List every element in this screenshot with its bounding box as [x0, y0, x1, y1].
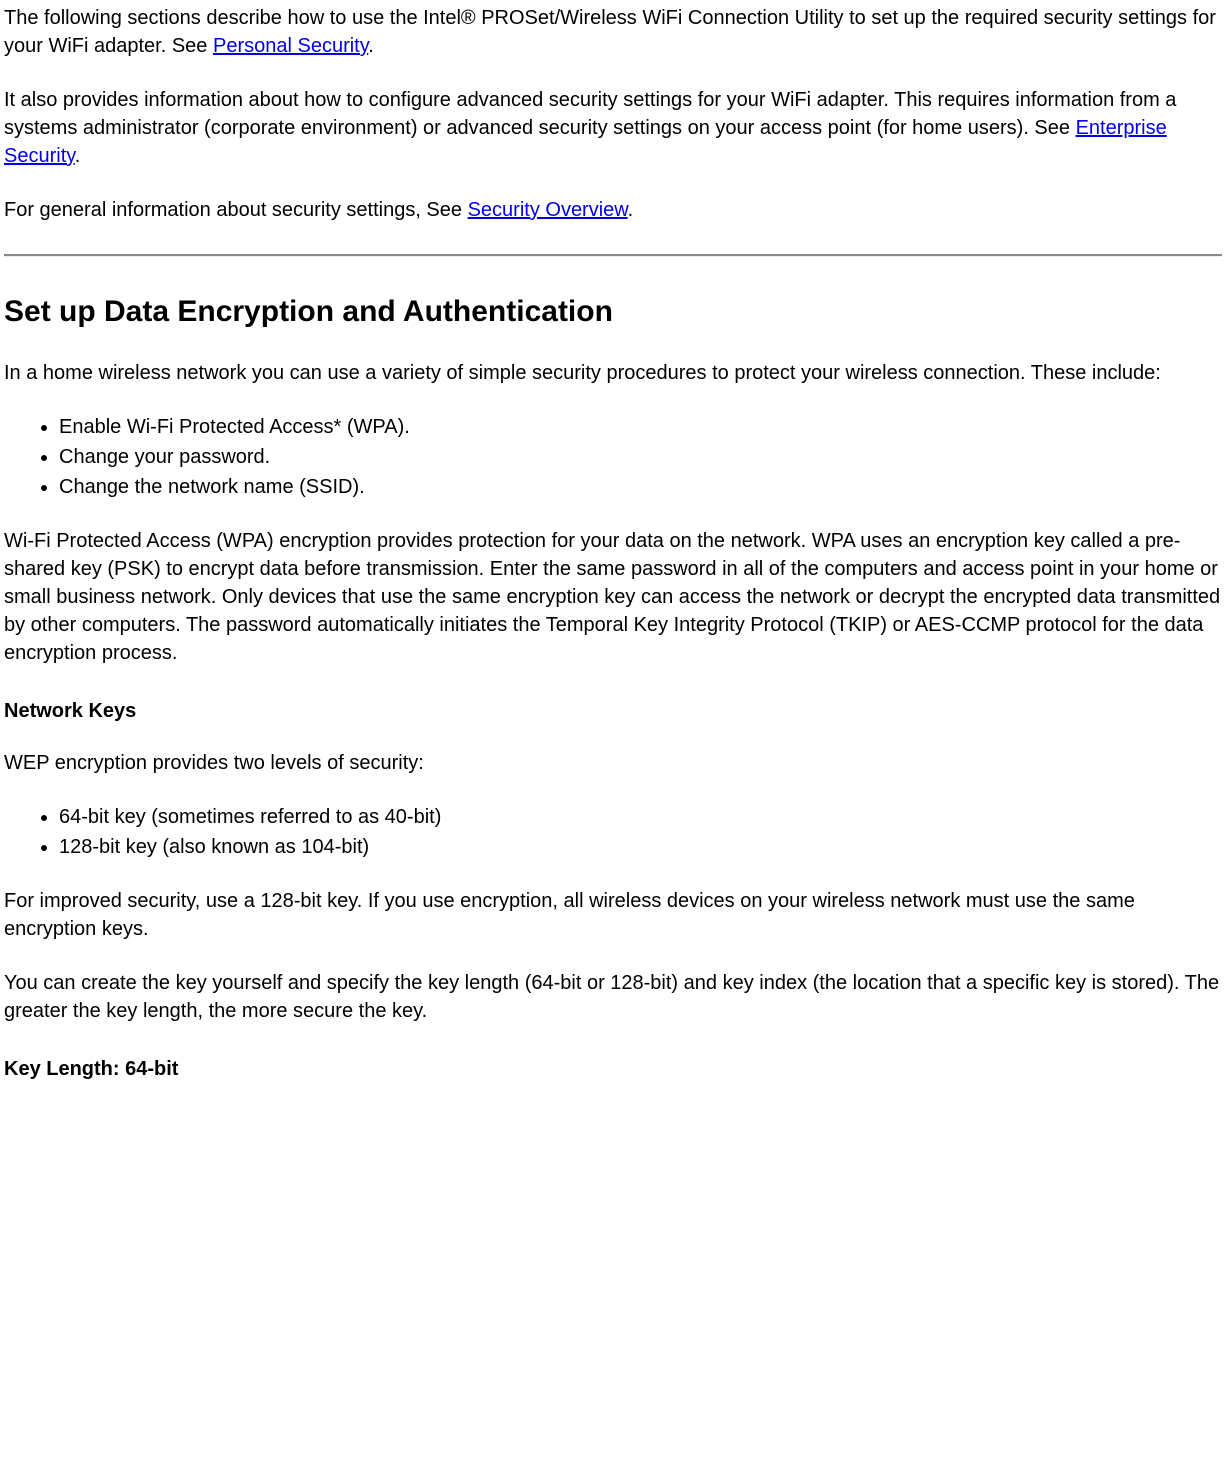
wpa-paragraph: Wi-Fi Protected Access (WPA) encryption … — [4, 527, 1222, 667]
intro-paragraph-1: The following sections describe how to u… — [4, 4, 1222, 60]
intro-p1-text-a: The following sections describe how to u… — [4, 7, 1216, 57]
list-item: Enable Wi-Fi Protected Access* (WPA). — [59, 413, 1222, 441]
list-item: Change your password. — [59, 443, 1222, 471]
intro-paragraph-2: It also provides information about how t… — [4, 86, 1222, 170]
intro-paragraph-3: For general information about security s… — [4, 196, 1222, 224]
network-keys-heading: Network Keys — [4, 697, 1222, 725]
list-item: 128-bit key (also known as 104-bit) — [59, 833, 1222, 861]
intro-p3-text-a: For general information about security s… — [4, 199, 468, 221]
personal-security-link[interactable]: Personal Security — [213, 35, 368, 57]
section-heading: Set up Data Encryption and Authenticatio… — [4, 291, 1222, 333]
section-divider — [4, 254, 1222, 257]
list-item: Change the network name (SSID). — [59, 473, 1222, 501]
security-overview-link[interactable]: Security Overview — [468, 199, 628, 221]
wep-intro: WEP encryption provides two levels of se… — [4, 749, 1222, 777]
section-intro: In a home wireless network you can use a… — [4, 359, 1222, 387]
list-item: 64-bit key (sometimes referred to as 40-… — [59, 803, 1222, 831]
wep-improved-paragraph: For improved security, use a 128-bit key… — [4, 887, 1222, 943]
intro-p2-text-a: It also provides information about how t… — [4, 89, 1176, 139]
wep-create-paragraph: You can create the key yourself and spec… — [4, 969, 1222, 1025]
intro-p2-text-b: . — [75, 145, 81, 167]
intro-p3-text-b: . — [628, 199, 634, 221]
wep-levels-list: 64-bit key (sometimes referred to as 40-… — [4, 803, 1222, 861]
procedures-list: Enable Wi-Fi Protected Access* (WPA). Ch… — [4, 413, 1222, 501]
key-length-heading: Key Length: 64-bit — [4, 1055, 1222, 1083]
intro-p1-text-b: . — [368, 35, 374, 57]
